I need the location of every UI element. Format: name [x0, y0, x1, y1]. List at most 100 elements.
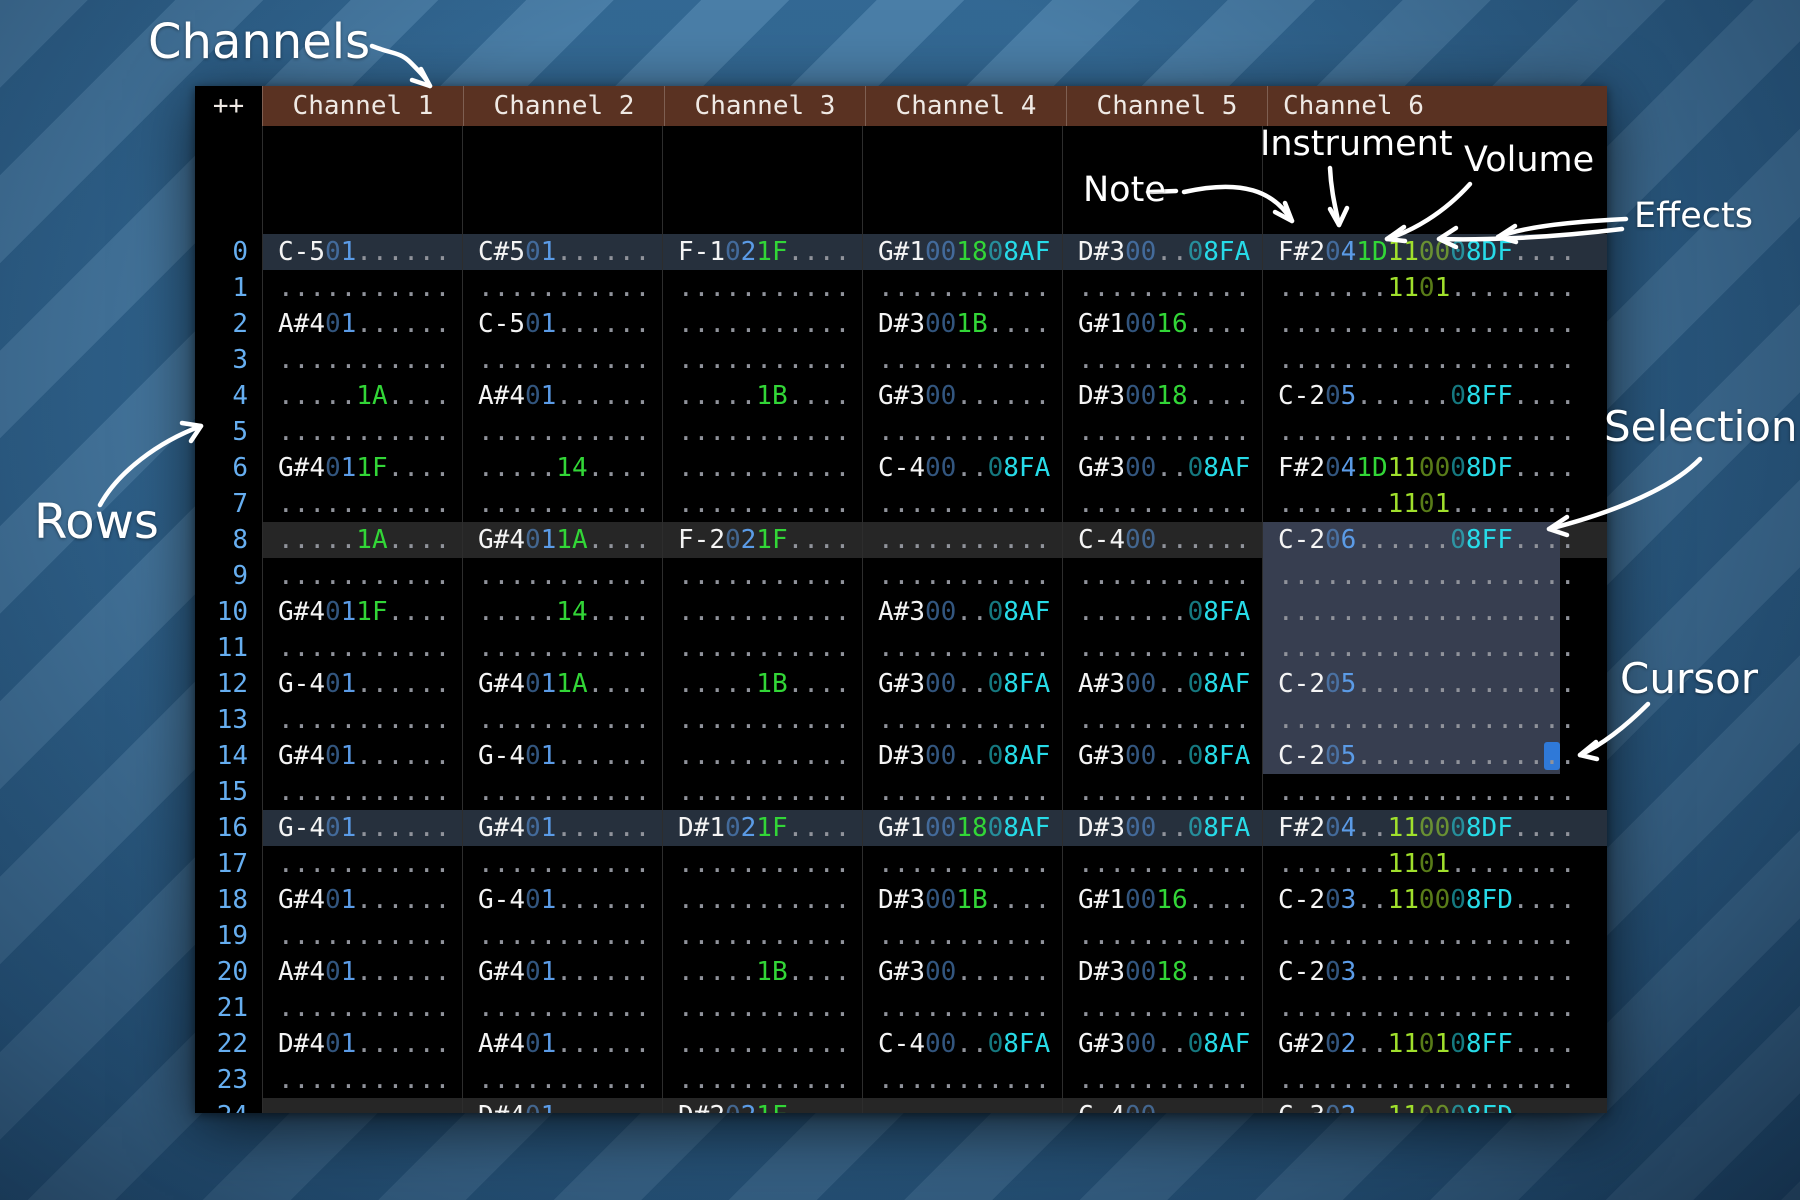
pattern-cell[interactable]: .....1A.... — [262, 522, 462, 558]
pattern-cell[interactable]: ........... — [1062, 1062, 1262, 1098]
pattern-cell[interactable]: ................... — [1262, 918, 1607, 954]
pattern-cell[interactable]: ........... — [662, 918, 862, 954]
pattern-cell[interactable]: A#401...... — [462, 1026, 662, 1062]
pattern-cell[interactable]: G#401...... — [262, 738, 462, 774]
pattern-cell[interactable]: ........... — [262, 414, 462, 450]
pattern-cell[interactable]: ........... — [1062, 846, 1262, 882]
pattern-cell[interactable]: D#1021F.... — [662, 810, 862, 846]
pattern-cell[interactable]: C-205......08FF.... — [1262, 378, 1607, 414]
pattern-cell[interactable]: ........... — [662, 486, 862, 522]
pattern-cell[interactable]: ................... — [1262, 774, 1607, 810]
pattern-cell[interactable]: D#300..08AF — [862, 738, 1062, 774]
pattern-cell[interactable]: G#4011F.... — [262, 450, 462, 486]
channel-header-6[interactable]: Channel 6 — [1267, 86, 1607, 126]
channel-header-5[interactable]: Channel 5 — [1066, 86, 1267, 126]
pattern-cell[interactable]: D#300..08FA — [1062, 810, 1262, 846]
pattern-cell[interactable]: C-205.............. — [1262, 738, 1607, 774]
pattern-cell[interactable]: ........... — [462, 1062, 662, 1098]
pattern-cell[interactable]: ........... — [262, 558, 462, 594]
pattern-cell[interactable]: ........... — [662, 414, 862, 450]
pattern-cell[interactable]: F#204..110008DF.... — [1262, 810, 1607, 846]
pattern-cell[interactable]: G#300..08AF — [1062, 450, 1262, 486]
pattern-cell[interactable]: D#3001B.... — [862, 306, 1062, 342]
pattern-cell[interactable]: ........... — [1062, 558, 1262, 594]
pattern-cell[interactable]: ........... — [462, 774, 662, 810]
pattern-cell[interactable]: ................... — [1262, 702, 1607, 738]
pattern-cell[interactable]: ........... — [862, 846, 1062, 882]
pattern-cell[interactable]: ........... — [862, 342, 1062, 378]
pattern-cell[interactable]: ........... — [462, 558, 662, 594]
pattern-cell[interactable]: G#401...... — [462, 810, 662, 846]
pattern-cell[interactable]: ........... — [262, 342, 462, 378]
pattern-cell[interactable]: ........... — [662, 594, 862, 630]
pattern-cell[interactable]: ........... — [662, 738, 862, 774]
pattern-cell[interactable]: C-302..110008FD.... — [1262, 1098, 1607, 1113]
pattern-cell[interactable]: ................... — [1262, 1062, 1607, 1098]
pattern-cell[interactable]: G-401...... — [462, 738, 662, 774]
pattern-cell[interactable]: G-401...... — [262, 666, 462, 702]
pattern-cell[interactable]: D#401...... — [462, 1098, 662, 1113]
pattern-cell[interactable]: ........... — [862, 918, 1062, 954]
pattern-cell[interactable]: C-501...... — [262, 234, 462, 270]
pattern-cell[interactable]: ........... — [662, 882, 862, 918]
pattern-cell[interactable]: C#501...... — [462, 234, 662, 270]
pattern-cell[interactable]: C-203..110008FD.... — [1262, 882, 1607, 918]
pattern-cell[interactable]: ........... — [462, 846, 662, 882]
pattern-cell[interactable]: .......1101........ — [1262, 486, 1607, 522]
pattern-cell[interactable]: D#30018.... — [1062, 954, 1262, 990]
pattern-cell[interactable]: G#4011A.... — [462, 666, 662, 702]
pattern-cell[interactable]: F#2041D110008DF.... — [1262, 450, 1607, 486]
pattern-cell[interactable]: ................... — [1262, 990, 1607, 1026]
pattern-cell[interactable]: ........... — [662, 270, 862, 306]
pattern-cell[interactable]: ........... — [862, 486, 1062, 522]
pattern-cell[interactable]: D#3001B.... — [862, 882, 1062, 918]
pattern-cell[interactable]: A#300..08AF — [862, 594, 1062, 630]
channel-header-2[interactable]: Channel 2 — [463, 86, 664, 126]
pattern-cell[interactable]: ........... — [862, 630, 1062, 666]
pattern-cell[interactable]: G#300...... — [862, 954, 1062, 990]
pattern-cell[interactable]: ........... — [662, 774, 862, 810]
pattern-cell[interactable]: ........... — [862, 1062, 1062, 1098]
pattern-cell[interactable]: .......1101........ — [1262, 846, 1607, 882]
pattern-cell[interactable]: C-400...... — [1062, 522, 1262, 558]
pattern-cell[interactable]: F-2021F.... — [662, 522, 862, 558]
pattern-cell[interactable]: G#202..110108FF.... — [1262, 1026, 1607, 1062]
pattern-cell[interactable]: ........... — [262, 270, 462, 306]
channel-header-4[interactable]: Channel 4 — [865, 86, 1066, 126]
pattern-cell[interactable]: ........... — [262, 774, 462, 810]
pattern-cell[interactable]: ........... — [462, 918, 662, 954]
pattern-cell[interactable]: G-401...... — [462, 882, 662, 918]
pattern-cell[interactable]: C-203.............. — [1262, 954, 1607, 990]
pattern-cell[interactable]: ........... — [262, 990, 462, 1026]
pattern-cell[interactable]: ................... — [1262, 342, 1607, 378]
pattern-cell[interactable]: G#10016.... — [1062, 882, 1262, 918]
pattern-cell[interactable]: .....1B.... — [662, 666, 862, 702]
pattern-cell[interactable]: ........... — [862, 702, 1062, 738]
pattern-cell[interactable]: ........... — [1062, 342, 1262, 378]
pattern-cell[interactable]: G-401...... — [262, 810, 462, 846]
pattern-cell[interactable]: ........... — [1062, 270, 1262, 306]
pattern-cell[interactable]: C-205.............. — [1262, 666, 1607, 702]
pattern-cell[interactable]: ........... — [662, 450, 862, 486]
pattern-cell[interactable]: A#401...... — [262, 954, 462, 990]
pattern-cell[interactable]: ........... — [862, 774, 1062, 810]
pattern-cell[interactable]: ........... — [262, 630, 462, 666]
pattern-cell[interactable]: ........... — [262, 702, 462, 738]
pattern-cell[interactable]: A#401...... — [262, 306, 462, 342]
pattern-cell[interactable]: ........... — [462, 630, 662, 666]
pattern-cell[interactable]: ........... — [262, 1062, 462, 1098]
pattern-cell[interactable]: .......1101........ — [1262, 270, 1607, 306]
pattern-cell[interactable]: ........... — [862, 558, 1062, 594]
pattern-cell[interactable]: G#4011F.... — [262, 594, 462, 630]
pattern-cell[interactable]: ........... — [262, 918, 462, 954]
pattern-cell[interactable]: ........... — [862, 522, 1062, 558]
pattern-cell[interactable]: G#1001808AF — [862, 810, 1062, 846]
pattern-cell[interactable]: G#1001808AF — [862, 234, 1062, 270]
pattern-cell[interactable]: A#401...... — [462, 378, 662, 414]
pattern-cell[interactable]: ........... — [462, 270, 662, 306]
pattern-cell[interactable]: ........... — [662, 1062, 862, 1098]
pattern-cell[interactable]: ........... — [1062, 486, 1262, 522]
pattern-cell[interactable]: .....14.... — [462, 594, 662, 630]
pattern-cell[interactable]: ........... — [662, 306, 862, 342]
pattern-cell[interactable]: A#300..08AF — [1062, 666, 1262, 702]
